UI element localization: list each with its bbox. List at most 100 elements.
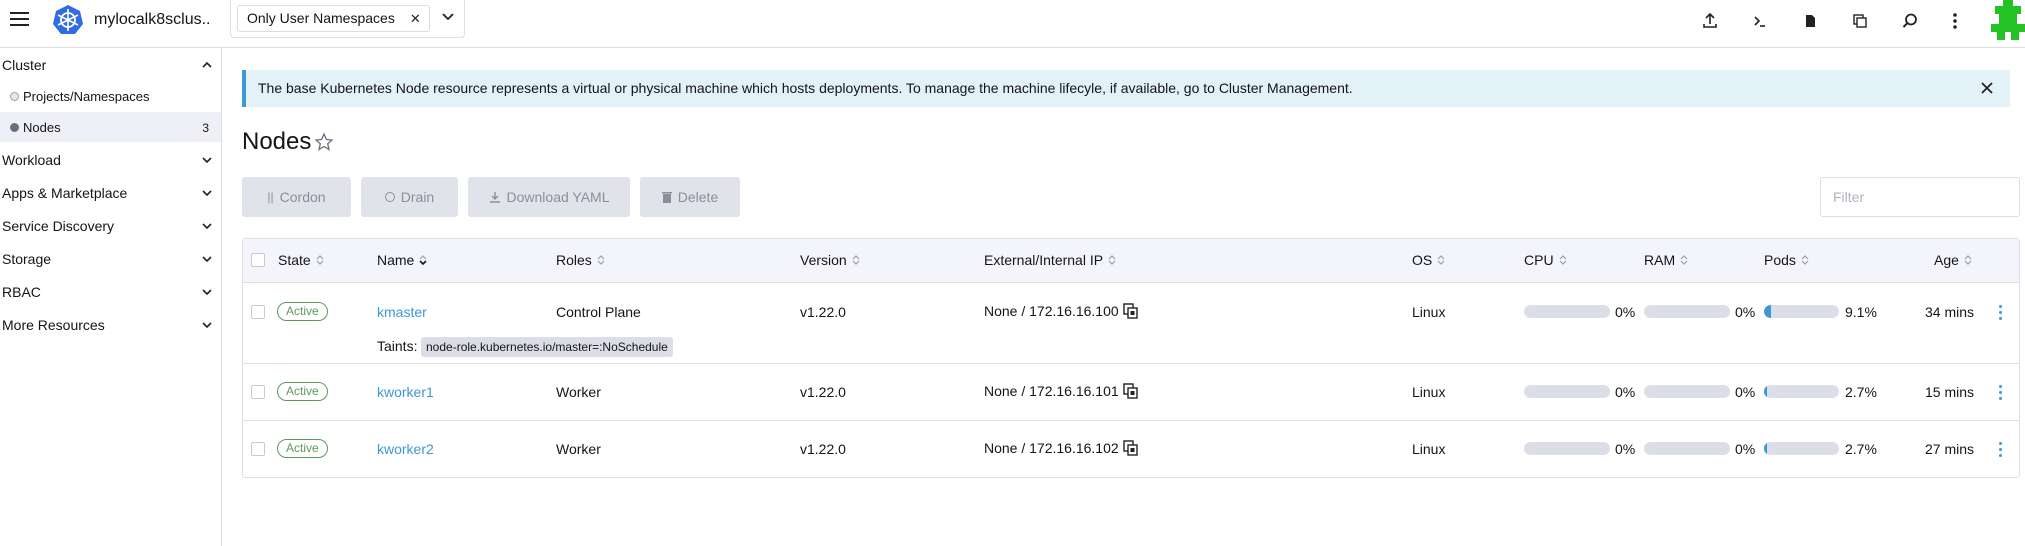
column-label: OS [1412,252,1433,268]
more-options-button[interactable] [1943,9,1967,33]
namespace-chip: Only User Namespaces ✕ [237,5,430,32]
node-name-link[interactable]: kmaster [377,304,427,320]
sort-icon [852,255,860,265]
row-actions-icon[interactable] [1992,302,2008,322]
ram-usage-percent: 0% [1735,441,1756,457]
search-icon [1902,13,1917,28]
column-label: External/Internal IP [984,252,1104,268]
download-yaml-button[interactable]: Download YAML [468,177,630,217]
nav-group-label: RBAC [2,284,41,300]
kubectl-shell-button[interactable] [1748,9,1772,33]
sort-icon [1559,255,1566,265]
nav-item-label: Nodes [23,120,61,135]
column-header-pods[interactable]: Pods [1764,252,1809,268]
node-version: v1.22.0 [800,304,846,320]
column-header-name[interactable]: Name [377,252,427,268]
cordon-button[interactable]: || Cordon [242,177,351,217]
menu-icon[interactable] [10,12,30,28]
column-header-age[interactable]: Age [1934,252,1972,268]
node-age: 34 mins [1925,304,1975,320]
pods-usage-bar [1764,305,1839,318]
column-label: Age [1934,252,1959,268]
nav-group-storage[interactable]: Storage [0,244,221,274]
page-title: Nodes [242,128,312,155]
namespace-filter[interactable]: Only User Namespaces ✕ [230,0,465,38]
side-navigation: Cluster Projects/Namespaces Nodes 3 Work… [0,48,222,546]
cluster-name[interactable]: mylocalk8sclus... [94,11,212,29]
ram-usage-percent: 0% [1735,304,1756,320]
column-header-roles[interactable]: Roles [556,252,605,268]
taint-chip: node-role.kubernetes.io/master=:NoSchedu… [421,337,673,357]
select-all-checkbox[interactable] [251,253,265,267]
copy-icon [1853,14,1867,28]
chevron-down-icon[interactable] [440,8,456,24]
copy-kubeconfig-button[interactable] [1848,9,1872,33]
nav-group-rbac[interactable]: RBAC [0,277,221,307]
sort-icon [1680,255,1688,265]
column-header-version[interactable]: Version [800,252,860,268]
pods-usage-percent: 9.1% [1845,304,1877,320]
copy-icon[interactable] [1123,383,1138,399]
filter-input[interactable] [1820,177,2020,217]
chevron-down-icon [202,256,212,263]
user-avatar-icon[interactable] [1991,0,2025,40]
column-header-ip[interactable]: External/Internal IP [984,252,1116,268]
download-yaml-label: Download YAML [506,189,610,205]
chevron-up-icon [202,61,212,68]
table-row: Active kmaster Control Plane v1.22.0 Non… [243,283,2019,364]
node-age: 15 mins [1925,384,1975,400]
node-name-link[interactable]: kworker1 [377,384,434,400]
nav-item-projects-namespaces[interactable]: Projects/Namespaces [0,81,221,111]
file-icon [1806,15,1815,27]
sort-icon [316,255,324,265]
row-actions-icon[interactable] [1992,439,2008,459]
nav-group-more-resources[interactable]: More Resources [0,310,221,340]
sort-descending-icon [419,255,427,266]
node-version: v1.22.0 [800,441,846,457]
import-yaml-button[interactable] [1698,9,1722,33]
node-os: Linux [1412,441,1446,457]
node-name-link[interactable]: kworker2 [377,441,434,457]
namespace-chip-label: Only User Namespaces [247,10,395,26]
ram-usage-bar [1644,305,1730,318]
drain-button[interactable]: Drain [361,177,458,217]
delete-button[interactable]: Delete [640,177,740,217]
star-icon[interactable] [314,132,334,152]
column-header-ram[interactable]: RAM [1644,252,1688,268]
pause-icon: || [267,190,274,204]
row-checkbox[interactable] [251,385,265,399]
close-icon[interactable] [1978,79,1996,97]
nav-group-workload[interactable]: Workload [0,145,221,175]
remove-chip-icon[interactable]: ✕ [410,6,421,31]
column-label: RAM [1644,252,1676,268]
row-checkbox[interactable] [251,442,265,456]
sort-icon [1964,255,1972,265]
chevron-down-icon [202,157,212,164]
sort-icon [597,255,605,265]
nav-group-cluster[interactable]: Cluster [0,50,221,80]
nav-item-nodes[interactable]: Nodes 3 [0,112,221,142]
pods-usage-percent: 2.7% [1845,441,1877,457]
column-header-cpu[interactable]: CPU [1524,252,1567,268]
pods-usage-fill [1764,305,1771,318]
cpu-usage-bar [1524,305,1610,318]
nav-group-apps-marketplace[interactable]: Apps & Marketplace [0,178,221,208]
upload-icon [1703,12,1717,28]
nav-group-service-discovery[interactable]: Service Discovery [0,211,221,241]
search-button[interactable] [1898,9,1922,33]
column-header-state[interactable]: State [278,252,324,268]
copy-icon[interactable] [1123,440,1138,456]
trash-icon [661,192,672,203]
download-kubeconfig-button[interactable] [1798,9,1822,33]
row-checkbox[interactable] [251,305,265,319]
nav-dot-icon [10,123,19,132]
table-row: Active kworker2 Worker v1.22.0 None / 17… [243,421,2019,477]
row-actions-icon[interactable] [1992,382,2008,402]
column-header-os[interactable]: OS [1412,252,1445,268]
copy-icon[interactable] [1123,303,1138,319]
sort-icon [1108,255,1116,265]
column-label: Name [377,252,415,268]
terminal-icon [1754,16,1765,27]
pods-usage-bar [1764,442,1839,455]
info-banner: The base Kubernetes Node resource repres… [242,70,2010,107]
